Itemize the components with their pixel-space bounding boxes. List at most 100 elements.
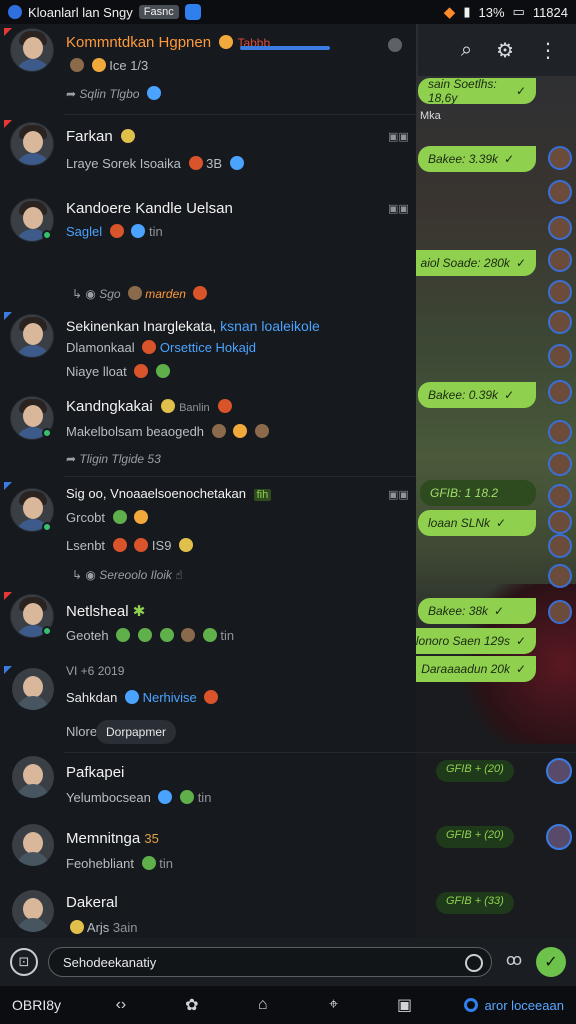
member-avatar[interactable] <box>546 758 572 784</box>
emoji-icon <box>219 35 234 49</box>
message-bubble[interactable]: Bakee: 0.39k ✓ <box>418 382 536 408</box>
chat-title-highlight: Nerhivise <box>142 690 197 705</box>
chat-row[interactable]: Memnitnga 35 Feohebliant tin GFIB + (20) <box>0 824 576 888</box>
unread-flag-icon <box>4 312 12 320</box>
emoji-icon <box>141 856 156 870</box>
battery-icon: ▭ <box>512 4 525 19</box>
member-avatar[interactable] <box>548 484 572 508</box>
app-notification-icon <box>8 5 22 19</box>
emoji-icon <box>134 364 149 378</box>
chat-title: Sahkdan Nerhivise <box>66 690 219 705</box>
bookmark-icon[interactable]: ▣ <box>394 995 416 1015</box>
emoji-icon <box>204 690 219 704</box>
message-input[interactable]: Sehodeekanatiy <box>48 947 492 977</box>
member-avatar[interactable] <box>548 248 572 272</box>
chat-preview: Dlamonkaal Orsettice Hokajd <box>66 340 256 355</box>
emoji-icon <box>202 628 217 642</box>
signal-icon: ▮ <box>463 4 471 19</box>
chat-row[interactable]: Kommntdkan Hgpnen Tabbb Ice 1/3 ➦ Sqlin … <box>0 24 416 114</box>
unread-flag-icon <box>4 482 12 490</box>
member-avatar[interactable] <box>548 420 572 444</box>
system-message: ↳ ◉ Sereoolo Iloik ☝ <box>72 568 183 582</box>
chat-preview-text: Ice 1/3 <box>109 58 149 73</box>
chat-row[interactable]: Kandoere Kandle Uelsan ▣▣ Saglel tin <box>0 190 416 270</box>
member-avatar[interactable] <box>548 180 572 204</box>
chat-preview-highlight: Orsettice Hokajd <box>159 340 256 355</box>
share-icon[interactable]: ⌖ <box>323 996 345 1014</box>
chat-preview-text: Makelbolsam beaogedh <box>66 424 205 439</box>
system-message-text: Sereoolo Iloik <box>99 568 172 582</box>
bubble-text: Bakee: 0.39k <box>428 388 499 402</box>
chat-meta-text: Tligin Tlgide 53 <box>79 452 161 466</box>
chat-row[interactable]: Netlsheal ✱ Geoteh tin <box>0 590 416 670</box>
chat-preview: Niaye lloat <box>66 364 170 379</box>
member-avatar[interactable] <box>548 344 572 368</box>
member-avatar[interactable] <box>548 534 572 558</box>
chat-row[interactable]: VI +6 2019 Sahkdan Nerhivise Nlore <box>0 662 576 748</box>
member-avatar[interactable] <box>548 600 572 624</box>
chat-preview-text: Niaye lloat <box>66 364 127 379</box>
settings-icon[interactable]: ⚙ <box>496 38 514 63</box>
mute-icon[interactable] <box>388 38 402 52</box>
chat-preview-suffix: tin <box>220 628 235 643</box>
avatar <box>10 28 54 72</box>
online-status-icon <box>42 522 52 532</box>
nav-label[interactable]: OBRI8y <box>12 997 61 1013</box>
star-icon: ✱ <box>132 603 146 620</box>
bubble-text: Bakee: 38k <box>428 604 489 618</box>
member-avatar[interactable] <box>548 216 572 240</box>
drag-handle[interactable] <box>240 46 330 50</box>
member-avatar[interactable] <box>548 146 572 170</box>
message-bubble[interactable]: GFIB: 1 18.2 <box>420 480 536 506</box>
clear-icon[interactable] <box>465 954 483 972</box>
system-message: ↳ ◉ Sgo marden <box>72 286 208 301</box>
send-button[interactable]: ✓ <box>536 947 566 977</box>
apps-icon[interactable]: ✿ <box>181 995 203 1015</box>
chat-preview: Lsenbt IS9 <box>66 538 194 553</box>
emoji-icon <box>217 399 232 413</box>
reply-icon: ↳ ◉ <box>72 287 96 301</box>
chat-preview-suffix: tin <box>197 790 212 805</box>
chat-title-text: Sahkdan <box>66 690 118 705</box>
member-avatar[interactable] <box>548 310 572 334</box>
emoji-icon <box>160 399 175 413</box>
chat-row[interactable]: Dakeral Arjs 3ain GFIB + (33) <box>0 890 576 938</box>
check-icon: ✓ <box>515 84 526 98</box>
bubble-text: aiol Soade: 280k <box>420 256 510 270</box>
chat-preview-text: Dlamonkaal <box>66 340 135 355</box>
emoji-icon <box>180 790 195 804</box>
fire-icon: ◆ <box>443 4 456 21</box>
avatar <box>12 890 54 932</box>
chat-title-text: Kandngkakai <box>66 398 153 415</box>
chat-row[interactable]: Sig oo, Vnoaaelsoenochetakan fih ▣▣ Grco… <box>0 480 416 580</box>
chat-row[interactable]: Kandngkakai Banlin Makelbolsam beaogedh … <box>0 392 416 476</box>
emoji-icon <box>109 224 124 238</box>
message-bubble[interactable]: loaan SLNk ✓ <box>418 510 536 536</box>
message-bubble[interactable]: Bakee: 38k ✓ <box>418 598 536 624</box>
more-menu-icon[interactable]: ⋮ <box>538 38 558 63</box>
member-avatar[interactable] <box>548 380 572 404</box>
chat-preview-text: Arjs <box>86 920 110 935</box>
chat-preview: Grcobt <box>66 510 149 525</box>
sticker-icon[interactable]: ꝏ <box>502 950 526 974</box>
emoji-icon <box>112 510 127 524</box>
chat-title: Sig oo, Vnoaaelsoenochetakan fih <box>66 486 272 501</box>
home-icon[interactable]: ⌂ <box>252 996 274 1014</box>
member-avatar[interactable] <box>546 824 572 850</box>
message-bubble[interactable]: Bakee: 3.39k ✓ <box>418 146 536 172</box>
search-icon[interactable]: ⌕ <box>461 39 472 62</box>
brand-link[interactable]: aror loceeaan <box>464 998 564 1013</box>
status-chip: GFIB + (20) <box>436 826 514 848</box>
back-icon[interactable]: ‹› <box>110 996 132 1014</box>
member-avatar[interactable] <box>548 280 572 304</box>
composer-bar: ⊡ Sehodeekanatiy ꝏ ✓ <box>0 938 576 986</box>
member-avatar[interactable] <box>548 452 572 476</box>
attach-button[interactable]: ⊡ <box>10 948 38 976</box>
message-bubble[interactable]: sain Soetlhs: 18,6y ✓ <box>418 77 536 105</box>
chat-row[interactable]: Farkan ▣▣ Lraye Sorek Isoaika 3B <box>0 116 416 186</box>
member-avatar[interactable] <box>548 510 572 534</box>
unread-flag-icon <box>4 28 12 36</box>
chat-row[interactable]: Pafkapei Yelumbocsean tin GFIB + (20) <box>0 756 576 820</box>
member-avatar[interactable] <box>548 564 572 588</box>
chat-row[interactable]: Sekinenkan Inarglekata, ksnan loaleikole… <box>0 312 416 390</box>
